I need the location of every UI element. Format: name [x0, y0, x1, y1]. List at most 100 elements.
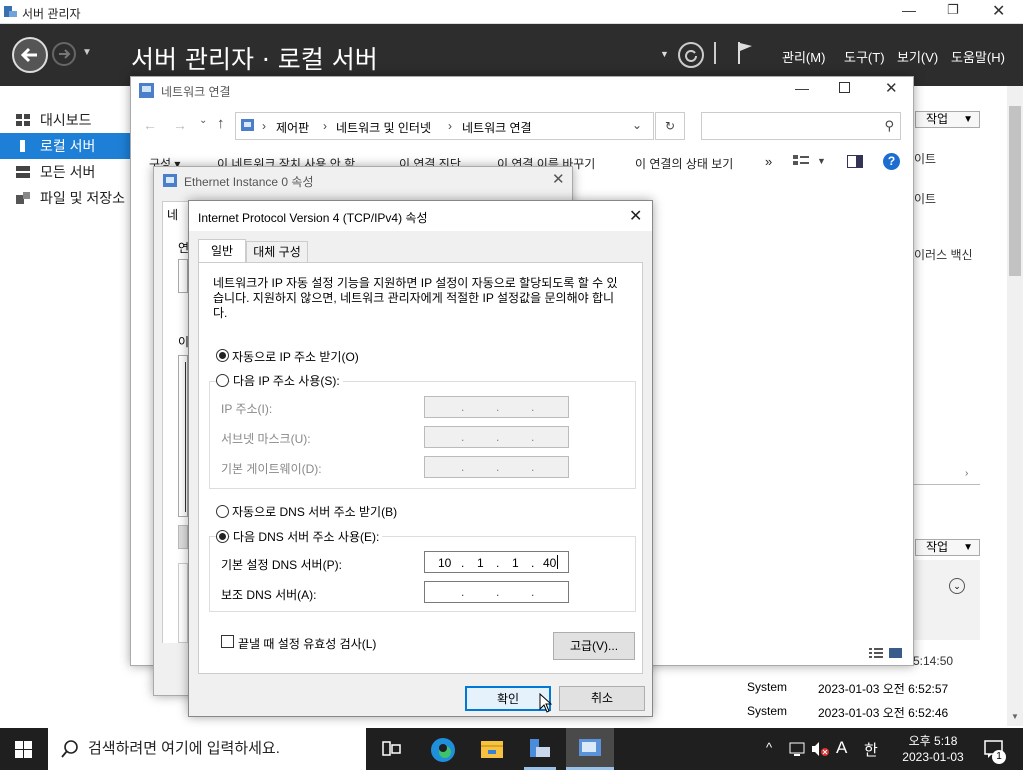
clock-date[interactable]: 2023-01-03 [897, 750, 969, 764]
auto-dns-radio[interactable] [216, 505, 229, 518]
ip-address-field: ... [424, 396, 569, 418]
expand-icon[interactable]: ⌄ [949, 578, 965, 594]
menu-manage[interactable]: 관리(M) [782, 47, 825, 66]
window-title: 서버 관리자 [22, 7, 81, 21]
dropdown-icon[interactable]: ▼ [660, 49, 669, 59]
refresh-button[interactable] [678, 42, 704, 68]
arrow-left-icon [20, 47, 37, 63]
help-icon[interactable]: ? [883, 153, 900, 170]
sidebar-item-dashboard[interactable]: 대시보드 [0, 107, 130, 133]
taskbar-server-manager[interactable] [520, 728, 560, 770]
actions-label: 작업 [926, 540, 949, 554]
preferred-dns-label: 기본 설정 DNS 서버(P): [221, 558, 342, 572]
address-bar[interactable]: › 제어판 › 네트워크 및 인터넷 › 네트워크 연결 ⌄ [235, 112, 654, 140]
auto-dns-label: 자동으로 DNS 서버 주소 받기(B) [232, 505, 398, 519]
up-icon[interactable]: ↑ [217, 115, 225, 132]
actions-label: 작업 [926, 112, 949, 126]
storage-icon [16, 192, 30, 204]
sidebar-item-all-servers[interactable]: 모든 서버 [0, 159, 130, 185]
menu-tools[interactable]: 도구(T) [844, 47, 885, 66]
validate-label: 끝낼 때 설정 유효성 검사(L) [238, 637, 377, 651]
restore-icon[interactable]: ❐ [947, 2, 959, 18]
close-icon[interactable]: ✕ [552, 170, 565, 188]
gateway-label: 기본 게이트웨이(D): [221, 462, 322, 476]
maximize-icon[interactable] [839, 82, 850, 93]
forward-button[interactable] [52, 42, 76, 66]
tab-general[interactable]: 일반 [198, 239, 246, 263]
auto-ip-radio[interactable] [216, 349, 229, 362]
tab-label: 대체 구성 [253, 245, 301, 259]
general-tab-panel: 네트워크가 IP 자동 설정 기능을 지원하면 IP 설정이 자동으로 할당되도… [198, 262, 643, 674]
cancel-button[interactable]: 취소 [559, 686, 645, 711]
minimize-icon[interactable]: — [795, 80, 809, 96]
minimize-icon[interactable]: — [902, 2, 916, 18]
recent-dropdown-icon[interactable]: ⌄ [199, 115, 207, 126]
server-manager-app-icon [4, 5, 17, 18]
servers-icon [16, 166, 30, 178]
octet-3: 1 [512, 556, 519, 570]
right-text-2: 이트 [914, 192, 937, 206]
more-button[interactable]: » [765, 154, 772, 169]
chevron-down-icon[interactable]: ⌄ [632, 118, 642, 132]
tab-alternate-config[interactable]: 대체 구성 [246, 241, 308, 262]
windows-start-icon[interactable] [15, 741, 32, 758]
history-dropdown-icon[interactable]: ▼ [82, 47, 92, 58]
close-icon[interactable]: ✕ [885, 79, 898, 97]
components-list[interactable] [178, 355, 188, 517]
ime-mode-a[interactable]: A [836, 738, 847, 758]
advanced-button[interactable]: 고급(V)... [553, 632, 635, 660]
manual-dns-radio[interactable] [216, 530, 229, 543]
window-title: Ethernet Instance 0 속성 [184, 175, 314, 189]
back-icon[interactable]: ← [143, 117, 157, 133]
ime-mode-han[interactable]: 한 [864, 739, 878, 760]
view-status-button[interactable]: 이 연결의 상태 보기 [635, 155, 733, 172]
preferred-dns-field[interactable]: 10 . 1 . 1 . 40 [424, 551, 569, 573]
back-button[interactable] [12, 37, 48, 73]
tray-chevron-up-icon[interactable]: ^ [766, 740, 772, 755]
details-view-icon[interactable] [869, 647, 903, 664]
flag-icon[interactable] [736, 40, 756, 66]
event-time: 2023-01-03 오전 6:52:46 [818, 706, 949, 720]
separator [714, 42, 716, 64]
ipv4-properties-dialog: Internet Protocol Version 4 (TCP/IPv4) 속… [188, 200, 653, 717]
clock-time[interactable]: 오후 5:18 [905, 732, 961, 749]
auto-ip-label: 자동으로 IP 주소 받기(O) [232, 350, 359, 364]
scroll-down-icon[interactable]: ▼ [1011, 712, 1019, 721]
manual-ip-radio[interactable] [216, 374, 229, 387]
volume-muted-icon[interactable] [811, 741, 829, 757]
validate-checkbox[interactable] [221, 635, 234, 648]
network-status-icon[interactable] [789, 742, 805, 757]
view-options-icon[interactable] [793, 155, 809, 169]
scrollbar-thumb[interactable] [1009, 106, 1021, 276]
chevron-right-icon[interactable]: › [965, 468, 968, 479]
scrollbar[interactable]: ▼ [1007, 86, 1023, 726]
refresh-button[interactable]: ↻ [655, 112, 685, 140]
search-input[interactable]: ⚲ [701, 112, 901, 140]
sidebar-item-file-storage[interactable]: 파일 및 저장소 [0, 185, 130, 211]
taskbar-network-connections[interactable] [566, 728, 614, 770]
task-view-icon[interactable] [382, 740, 402, 758]
sidebar-item-label: 대시보드 [40, 112, 92, 128]
close-icon[interactable]: ✕ [992, 1, 1005, 21]
breadcrumb-network-connections[interactable]: 네트워크 연결 [462, 119, 532, 136]
view-dropdown-icon[interactable]: ▼ [817, 156, 826, 166]
alternate-dns-field[interactable]: ... [424, 581, 569, 603]
forward-icon[interactable]: → [173, 117, 187, 133]
page-title: 서버 관리자 · 로컬 서버 [131, 45, 378, 74]
window-title: 네트워크 연결 [161, 85, 231, 99]
menu-view[interactable]: 보기(V) [897, 47, 938, 66]
breadcrumb-network-internet[interactable]: 네트워크 및 인터넷 [336, 119, 431, 136]
right-text-3: 이러스 백신 [914, 248, 973, 262]
file-explorer-icon[interactable] [480, 738, 504, 760]
preview-pane-icon[interactable] [847, 155, 863, 169]
actions-button-top[interactable]: 작업 ▼ [915, 111, 980, 128]
menu-help[interactable]: 도움말(H) [951, 47, 1005, 66]
edge-browser-icon[interactable] [430, 737, 456, 763]
taskbar-search-box[interactable]: 검색하려면 여기에 입력하세요. [48, 728, 366, 770]
install-button[interactable] [178, 525, 188, 549]
breadcrumb-control-panel[interactable]: 제어판 [276, 119, 309, 136]
taskbar: 검색하려면 여기에 입력하세요. ^ A 한 오후 5:18 2023-01-0… [0, 728, 1023, 770]
close-icon[interactable]: ✕ [629, 206, 642, 226]
sidebar-item-local-server[interactable]: 로컬 서버 [0, 133, 130, 159]
actions-button-bottom[interactable]: 작업 ▼ [915, 539, 980, 556]
